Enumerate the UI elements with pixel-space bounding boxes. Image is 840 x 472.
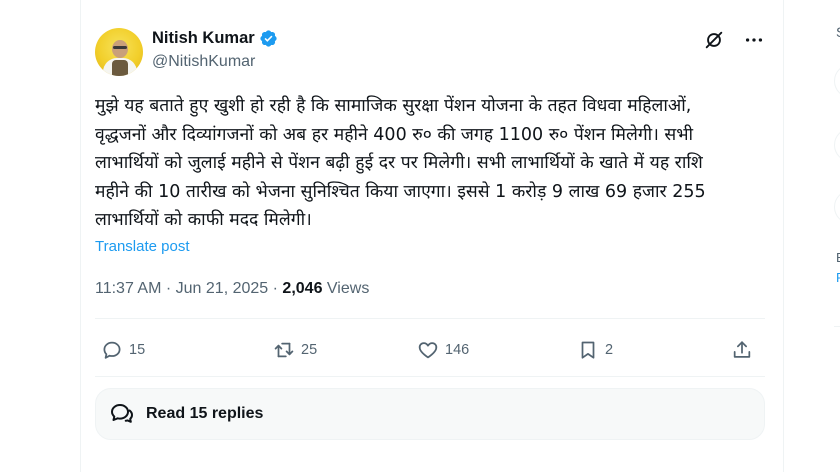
repost-button[interactable]: 25 xyxy=(273,332,317,368)
reply-icon xyxy=(103,341,121,359)
bookmark-icon xyxy=(581,341,595,359)
bookmark-button[interactable]: 2 xyxy=(577,332,613,368)
post-time[interactable]: 11:37 AM xyxy=(95,280,161,297)
share-button[interactable] xyxy=(731,332,753,368)
sidebar-item[interactable] xyxy=(834,190,840,224)
sidebar-text-fragment: S xyxy=(836,24,840,40)
divider xyxy=(95,376,765,377)
top-actions xyxy=(703,29,765,51)
post-text: मुझे यह बताते हुए खुशी हो रही है कि सामा… xyxy=(95,96,706,230)
author-name-row: Nitish Kumar xyxy=(152,29,278,48)
divider xyxy=(834,326,840,327)
read-replies-button[interactable]: Read 15 replies xyxy=(95,388,765,440)
views-label: Views xyxy=(326,280,370,297)
right-sidebar-fragment: S E P xyxy=(784,0,840,472)
like-button[interactable]: 146 xyxy=(417,332,469,368)
bookmark-count: 2 xyxy=(605,342,614,358)
repost-icon xyxy=(274,342,294,358)
translate-post-link[interactable]: Translate post xyxy=(95,238,190,255)
more-options-icon[interactable] xyxy=(743,29,765,51)
action-bar: 15 25 146 2 xyxy=(95,332,761,368)
author-handle[interactable]: @NitishKumar xyxy=(152,53,255,71)
grok-icon[interactable] xyxy=(703,29,725,51)
author-name[interactable]: Nitish Kumar xyxy=(152,29,255,48)
meta-separator: · xyxy=(272,280,283,297)
read-replies-label: Read 15 replies xyxy=(146,405,264,422)
meta-separator: · xyxy=(165,280,176,297)
verified-badge-icon[interactable] xyxy=(259,29,278,48)
views-count: 2,046 xyxy=(282,280,323,297)
sidebar-text-fragment: E xyxy=(836,250,840,265)
left-gutter xyxy=(0,0,80,472)
sidebar-item[interactable] xyxy=(834,64,840,98)
reply-count: 15 xyxy=(129,342,146,358)
divider xyxy=(95,318,765,319)
post-detail: Nitish Kumar @NitishKumar मुझे यह बताते … xyxy=(81,0,783,472)
reply-button[interactable]: 15 xyxy=(101,332,145,368)
share-icon xyxy=(733,341,751,358)
sidebar-link-fragment[interactable]: P xyxy=(836,270,840,285)
post-date[interactable]: Jun 21, 2025 xyxy=(176,280,269,297)
like-count: 146 xyxy=(445,342,470,358)
replies-icon xyxy=(111,404,133,423)
sidebar-item[interactable] xyxy=(834,128,840,162)
avatar[interactable] xyxy=(95,28,143,76)
post-meta: 11:37 AM · Jun 21, 2025 · 2,046 Views xyxy=(95,280,369,298)
repost-count: 25 xyxy=(301,342,318,358)
heart-icon xyxy=(418,342,438,359)
